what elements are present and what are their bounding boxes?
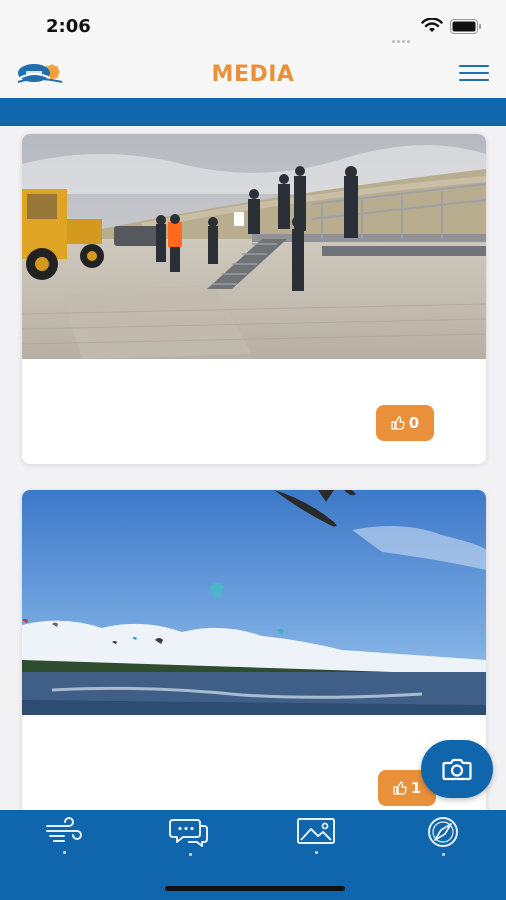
home-indicator[interactable] [165,886,345,891]
like-button[interactable]: 0 [376,405,434,441]
bottom-tab-bar [0,810,506,900]
camera-button[interactable] [421,740,493,798]
hamburger-menu-icon[interactable] [459,65,489,85]
beach-construction-photo[interactable] [22,134,486,359]
battery-icon [450,19,481,34]
wifi-icon [421,18,443,32]
compass-icon [428,817,458,847]
wind-icon [46,817,82,842]
tab-wind[interactable] [34,816,94,866]
page-title: MEDIA [211,62,295,87]
camera-icon [442,758,472,781]
status-bar: 2:06 [0,0,506,52]
app-header: MEDIA [0,52,506,98]
header-divider [0,98,506,126]
thumbs-up-icon [393,781,407,795]
like-count: 1 [410,779,422,797]
thumbs-up-icon [391,416,405,430]
media-card[interactable]: 1 [22,490,486,810]
tab-chat[interactable] [160,816,220,866]
status-time: 2:06 [46,16,91,37]
like-count: 0 [408,414,420,432]
chat-icon [169,819,208,847]
kitesurfing-photo[interactable] [22,490,486,715]
tab-compass[interactable] [413,816,473,866]
image-icon [297,818,335,844]
tab-media[interactable] [286,816,346,866]
signal-icon [392,30,414,43]
media-card[interactable]: 0 [22,134,486,464]
media-feed[interactable]: 0 1 [0,126,506,810]
